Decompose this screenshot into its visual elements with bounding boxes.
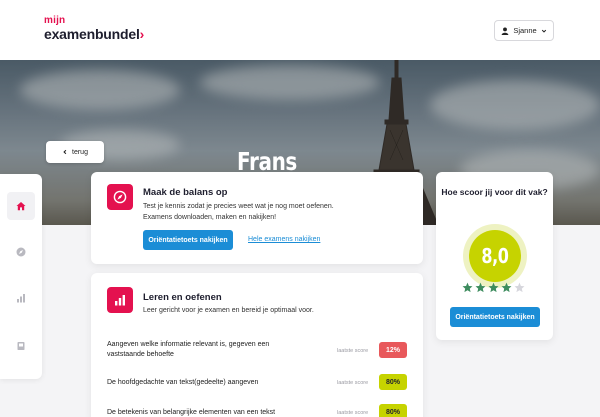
learn-card: Leren en oefenen Leer gericht voor je ex… — [91, 273, 423, 417]
nav-item-home[interactable] — [7, 192, 35, 220]
balance-card: Maak de balans op Test je kennis zodat j… — [91, 172, 423, 264]
last-score-label: laatste score — [337, 410, 369, 416]
user-name: Sjanne — [513, 26, 537, 35]
home-icon — [16, 202, 26, 211]
star-filled-icon — [475, 282, 486, 293]
balance-card-icon-box — [107, 184, 133, 210]
score-badge: 12% — [379, 342, 407, 358]
score-badge: 80% — [379, 404, 407, 417]
compass-icon — [113, 190, 127, 204]
user-icon — [501, 26, 509, 35]
logo-chevron-icon: › — [139, 26, 145, 42]
learn-row[interactable]: De betekenis van belangrijke elementen v… — [107, 403, 407, 417]
learn-card-title: Leren en oefenen — [143, 292, 222, 303]
star-rating — [462, 282, 525, 293]
grade-value: 8,0 — [481, 244, 509, 268]
grade-circle: 8,0 — [469, 230, 521, 282]
learn-row[interactable]: De hoofdgedachte van tekst(gedeelte) aan… — [107, 373, 407, 393]
learn-row[interactable]: Aangeven welke informatie relevant is, g… — [107, 336, 407, 364]
last-score-label: laatste score — [337, 348, 369, 354]
learn-row-text: Aangeven welke informatie relevant is, g… — [107, 341, 270, 358]
compass-icon — [16, 247, 26, 257]
side-navigation — [0, 174, 42, 379]
last-score-label: laatste score — [337, 380, 369, 386]
user-menu-button[interactable]: Sjanne — [494, 20, 554, 41]
logo[interactable]: mijn examenbundel› — [44, 15, 145, 42]
logo-line-1: mijn — [44, 15, 66, 26]
score-card: Hoe scoor jij voor dit vak? 8,0 Oriëntat… — [436, 172, 553, 340]
orientation-test-button[interactable]: Oriëntatietoets nakijken — [143, 230, 233, 250]
score-badge: 80% — [379, 374, 407, 390]
full-exams-link[interactable]: Hele examens nakijken — [248, 236, 320, 243]
top-bar: mijn examenbundel› Sjanne — [0, 0, 600, 60]
star-empty-icon — [514, 282, 525, 293]
learn-row-text: De betekenis van belangrijke elementen v… — [107, 409, 276, 416]
learn-card-icon-box — [107, 287, 133, 313]
balance-card-description: Test je kennis zodat je precies weet wat… — [143, 203, 334, 221]
learn-card-description: Leer gericht voor je examen en bereid je… — [143, 307, 314, 314]
bar-chart-icon — [115, 295, 125, 306]
chevron-down-icon — [541, 29, 546, 33]
star-filled-icon — [501, 282, 512, 293]
score-card-button[interactable]: Oriëntatietoets nakijken — [450, 307, 540, 327]
logo-line-2: examenbundel› — [44, 26, 145, 42]
nav-item-stats[interactable] — [7, 284, 35, 312]
star-filled-icon — [462, 282, 473, 293]
nav-item-library[interactable] — [7, 332, 35, 360]
bar-chart-icon — [17, 294, 25, 303]
star-filled-icon — [488, 282, 499, 293]
balance-card-title: Maak de balans op — [143, 187, 228, 198]
learn-row-text: De hoofdgedachte van tekst(gedeelte) aan… — [107, 379, 259, 386]
book-icon — [17, 342, 25, 350]
score-question: Hoe scoor jij voor dit vak? — [441, 187, 548, 197]
nav-item-explore[interactable] — [7, 238, 35, 266]
